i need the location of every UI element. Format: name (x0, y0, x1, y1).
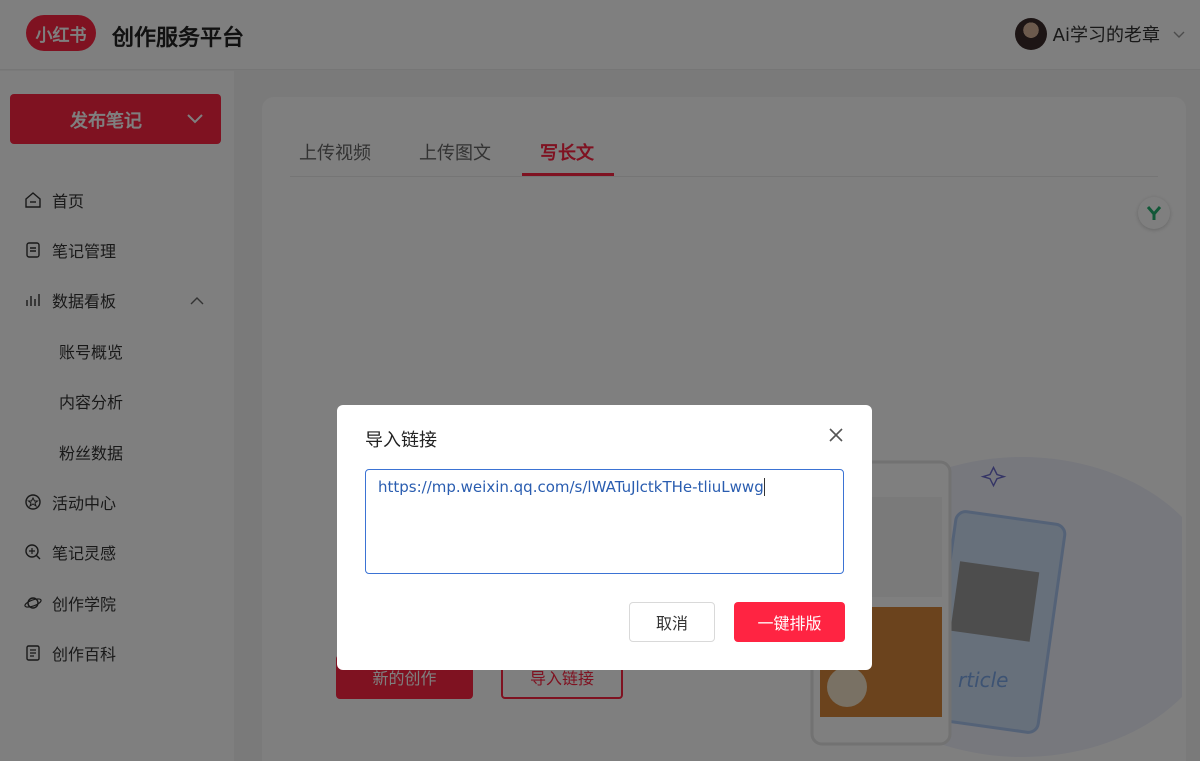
one-click-layout-button[interactable]: 一键排版 (734, 602, 845, 642)
url-input[interactable]: https://mp.weixin.qq.com/s/lWATuJlctkTHe… (365, 469, 844, 574)
dialog-title: 导入链接 (365, 430, 437, 451)
cancel-button[interactable]: 取消 (629, 602, 715, 642)
close-icon[interactable] (828, 427, 844, 443)
url-input-value: https://mp.weixin.qq.com/s/lWATuJlctkTHe… (378, 478, 765, 496)
import-link-dialog: 导入链接 https://mp.weixin.qq.com/s/lWATuJlc… (337, 405, 872, 670)
